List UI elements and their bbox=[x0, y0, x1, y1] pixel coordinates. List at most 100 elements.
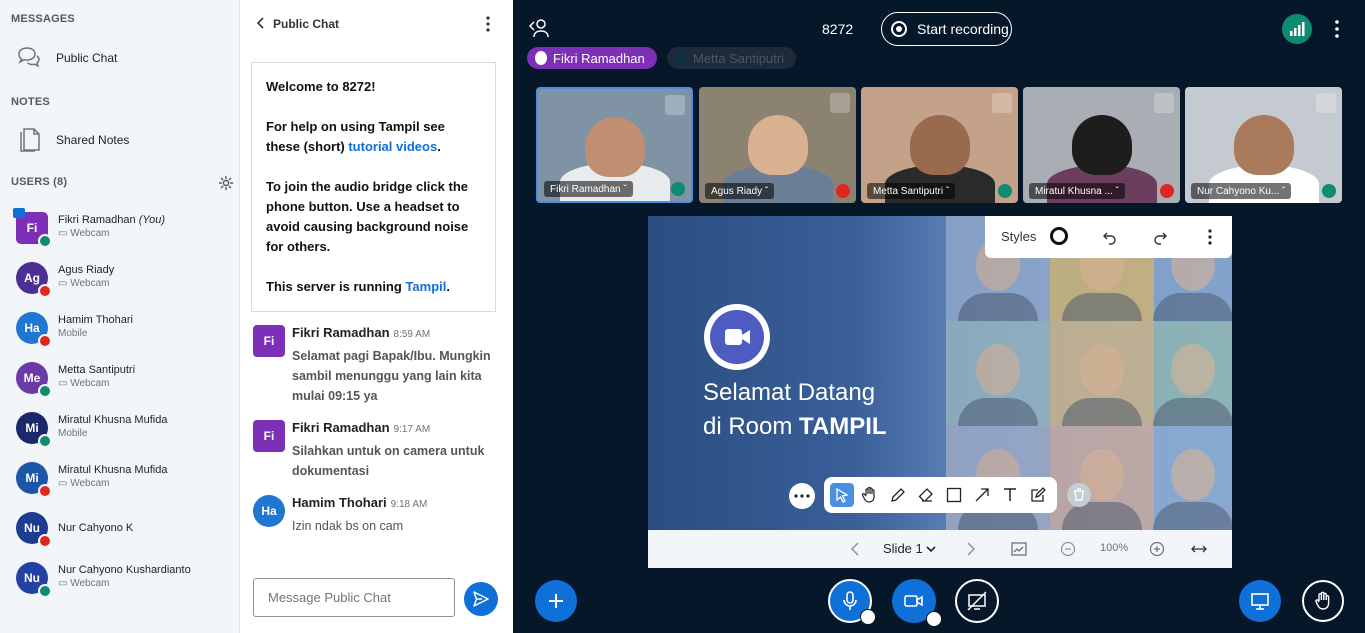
fullscreen-icon[interactable] bbox=[1154, 93, 1174, 113]
slide-selector[interactable]: Slide 1 bbox=[883, 541, 936, 556]
presentation-icon bbox=[1251, 593, 1269, 610]
ellipsis-icon bbox=[794, 494, 810, 498]
fit-to-width-icon[interactable] bbox=[1011, 541, 1027, 557]
user-list-item[interactable]: Mi Miratul Khusna Mufida Mobile bbox=[16, 410, 236, 454]
zoom-level: 100% bbox=[1100, 542, 1129, 554]
mic-icon bbox=[38, 584, 52, 598]
styles-label[interactable]: Styles bbox=[1001, 229, 1036, 244]
avatar: Fi bbox=[253, 420, 285, 452]
tile-user-name[interactable]: Agus Riady ˇ bbox=[705, 183, 775, 199]
fit-width-arrows-icon[interactable] bbox=[1191, 541, 1207, 557]
note-tool[interactable] bbox=[1026, 483, 1050, 507]
user-list-item[interactable]: Nu Nur Cahyono K bbox=[16, 510, 236, 554]
user-list-item[interactable]: Ha Hamim Thohari Mobile bbox=[16, 310, 236, 354]
presentation-area: Selamat Datang di Room TAMPIL Styles Sli… bbox=[648, 216, 1232, 568]
audio-options-icon[interactable] bbox=[860, 609, 876, 625]
tile-user-name[interactable]: Miratul Khusna ... ˇ bbox=[1029, 183, 1125, 199]
toolbar-more-button[interactable] bbox=[789, 483, 815, 509]
chevron-left-icon[interactable] bbox=[848, 541, 864, 557]
participant-face bbox=[584, 117, 645, 177]
pan-tool[interactable] bbox=[858, 483, 882, 507]
muted-mic-icon bbox=[38, 534, 52, 548]
fullscreen-icon[interactable] bbox=[1316, 93, 1336, 113]
user-list-item[interactable]: Mi Miratul Khusna Mufida ▭ Webcam bbox=[16, 460, 236, 504]
text-tool[interactable] bbox=[998, 483, 1022, 507]
muted-mic-icon bbox=[38, 334, 52, 348]
tile-user-name[interactable]: Metta Santiputri ˇ bbox=[867, 183, 956, 199]
mic-icon bbox=[1322, 184, 1336, 198]
connection-status-button[interactable] bbox=[1282, 14, 1312, 44]
public-chat-item[interactable]: Public Chat bbox=[16, 43, 117, 73]
video-tile[interactable]: Fikri Ramadhan ˇ bbox=[536, 87, 693, 203]
user-list-item[interactable]: Nu Nur Cahyono Kushardianto ▭ Webcam bbox=[16, 560, 236, 604]
user-list-item[interactable]: Ag Agus Riady ▭ Webcam bbox=[16, 260, 236, 304]
user-name: Miratul Khusna Mufida bbox=[58, 414, 168, 426]
server-text: This server is running Tampil. bbox=[266, 279, 450, 294]
screen-share-button[interactable] bbox=[955, 579, 999, 623]
webcam-icon: ▭ bbox=[58, 278, 68, 289]
muted-mic-icon bbox=[38, 484, 52, 498]
user-list-item[interactable]: Me Metta Santiputri ▭ Webcam bbox=[16, 360, 236, 404]
chevron-right-icon[interactable] bbox=[962, 541, 978, 557]
start-recording-button[interactable]: Start recording bbox=[881, 12, 1012, 46]
avatar: Ha bbox=[253, 495, 285, 527]
more-options-icon[interactable] bbox=[486, 16, 490, 32]
redo-icon[interactable] bbox=[1153, 229, 1167, 245]
rectangle-tool[interactable] bbox=[942, 483, 966, 507]
select-tool[interactable] bbox=[830, 483, 854, 507]
notes-section-title: NOTES bbox=[11, 96, 50, 108]
zoom-out-icon[interactable] bbox=[1060, 541, 1076, 557]
user-name: Miratul Khusna Mufida bbox=[58, 464, 168, 476]
eraser-tool[interactable] bbox=[914, 483, 938, 507]
arrow-tool[interactable] bbox=[970, 483, 994, 507]
chat-message: Fi Fikri Ramadhan 9:17 AM Silahkan untuk … bbox=[253, 420, 503, 480]
presentation-button[interactable] bbox=[1239, 580, 1281, 622]
signal-bars-icon bbox=[1290, 22, 1305, 36]
audio-bridge-text: To join the audio bridge click the phone… bbox=[266, 179, 469, 254]
pencil-tool[interactable] bbox=[886, 483, 910, 507]
tutorial-videos-link[interactable]: tutorial videos bbox=[348, 139, 437, 154]
video-options-icon[interactable] bbox=[926, 611, 942, 627]
video-tile[interactable]: Metta Santiputri ˇ bbox=[861, 87, 1018, 203]
hand-icon bbox=[861, 486, 875, 503]
actions-button[interactable] bbox=[535, 580, 577, 622]
cursor-icon bbox=[836, 487, 849, 503]
chevron-left-icon[interactable] bbox=[254, 16, 268, 30]
welcome-message: Welcome to 8272! For help on using Tampi… bbox=[251, 62, 496, 312]
undo-icon[interactable] bbox=[1103, 229, 1117, 245]
avatar: Me bbox=[16, 362, 52, 398]
user-name: Metta Santiputri bbox=[58, 364, 136, 376]
send-button[interactable] bbox=[464, 582, 498, 616]
user-name: Nur Cahyono K bbox=[58, 522, 134, 534]
toggle-users-icon[interactable] bbox=[528, 18, 550, 38]
user-device: Mobile bbox=[58, 328, 88, 339]
more-options-icon[interactable] bbox=[1203, 229, 1217, 245]
tile-user-name[interactable]: Nur Cahyono Ku... ˇ bbox=[1191, 183, 1292, 199]
video-tile[interactable]: Nur Cahyono Ku... ˇ bbox=[1185, 87, 1342, 203]
talking-indicator[interactable]: Metta Santiputri bbox=[667, 47, 797, 69]
avatar: Nu bbox=[16, 562, 52, 598]
tampil-link[interactable]: Tampil bbox=[405, 279, 446, 294]
stroke-color-icon[interactable] bbox=[1050, 227, 1068, 245]
tile-user-name[interactable]: Fikri Ramadhan ˇ bbox=[544, 181, 633, 197]
fullscreen-icon[interactable] bbox=[992, 93, 1012, 113]
zoom-in-icon[interactable] bbox=[1149, 541, 1165, 557]
gear-icon[interactable] bbox=[218, 175, 234, 191]
shared-notes-item[interactable]: Shared Notes bbox=[16, 125, 129, 155]
more-options-icon[interactable] bbox=[1335, 20, 1339, 38]
trash-icon bbox=[1074, 488, 1084, 501]
send-icon bbox=[473, 591, 489, 607]
video-tile[interactable]: Miratul Khusna ... ˇ bbox=[1023, 87, 1180, 203]
raise-hand-button[interactable] bbox=[1302, 580, 1344, 622]
talking-indicator[interactable]: Fikri Ramadhan bbox=[527, 47, 657, 69]
video-tile[interactable]: Agus Riady ˇ bbox=[699, 87, 856, 203]
message-input[interactable] bbox=[253, 578, 455, 617]
fullscreen-icon[interactable] bbox=[830, 93, 850, 113]
user-list-item[interactable]: Fi Fikri Ramadhan (You) ▭ Webcam bbox=[13, 208, 236, 254]
user-list-sidebar: MESSAGES Public Chat NOTES Shared Notes … bbox=[0, 0, 240, 633]
fullscreen-icon[interactable] bbox=[665, 95, 685, 115]
webcam-button[interactable] bbox=[892, 579, 942, 627]
delete-button[interactable] bbox=[1067, 483, 1091, 507]
plus-icon bbox=[549, 594, 563, 608]
mute-button[interactable] bbox=[828, 579, 876, 625]
